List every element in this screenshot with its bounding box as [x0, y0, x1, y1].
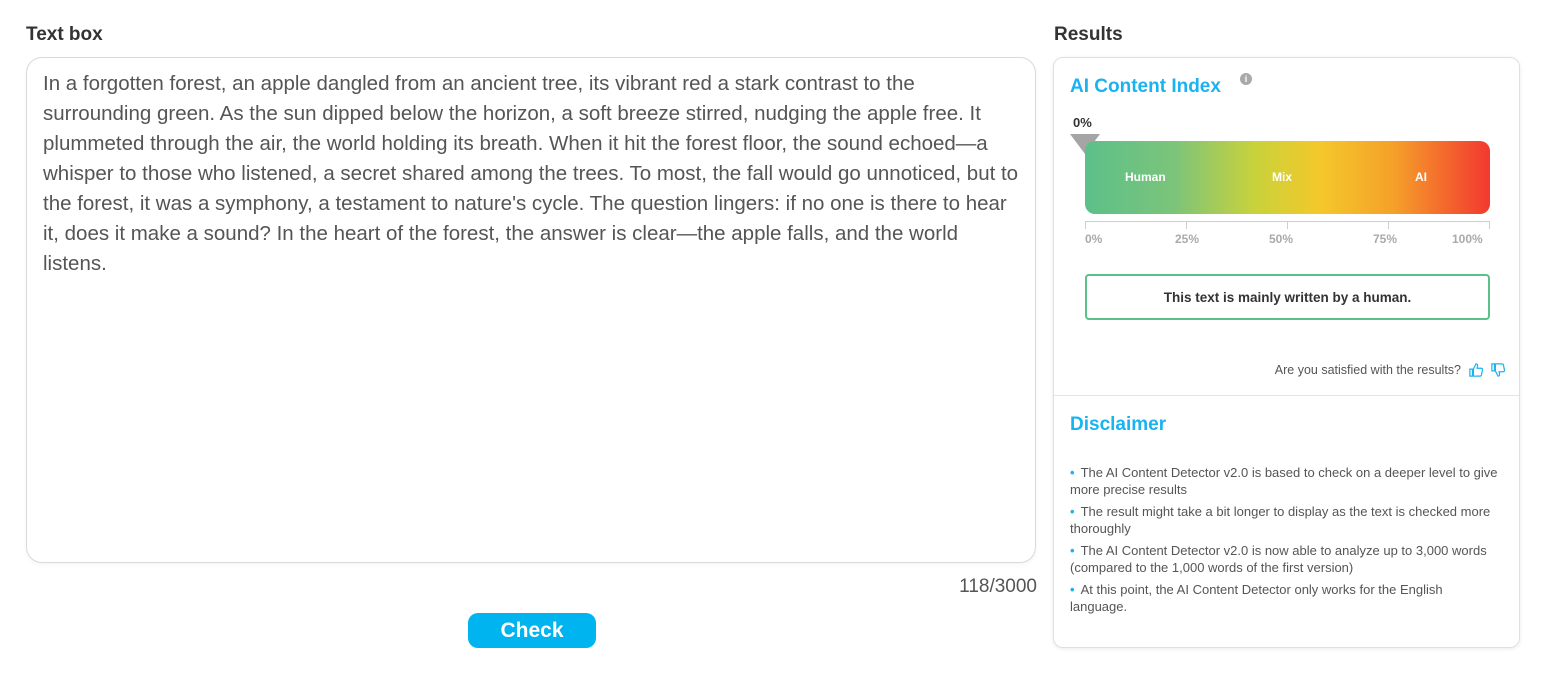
- bullet-icon: •: [1070, 543, 1075, 558]
- results-panel: AI Content Index i 0% Human Mix AI 0% 25…: [1053, 57, 1520, 648]
- tick-label-100: 100%: [1452, 232, 1483, 246]
- disclaimer-item-text: At this point, the AI Content Detector o…: [1070, 582, 1443, 614]
- gauge-label-ai: AI: [1415, 170, 1427, 184]
- axis-tick: [1287, 222, 1288, 229]
- ai-gauge-bar: Human Mix AI: [1085, 141, 1490, 214]
- bullet-icon: •: [1070, 465, 1075, 480]
- tick-label-0: 0%: [1085, 232, 1103, 246]
- axis-tick: [1186, 222, 1187, 229]
- feedback-row: Are you satisfied with the results?: [1275, 363, 1505, 377]
- disclaimer-item-text: The AI Content Detector v2.0 is based to…: [1070, 465, 1498, 497]
- gauge-axis: [1085, 221, 1490, 230]
- disclaimer-item-text: The result might take a bit longer to di…: [1070, 504, 1491, 536]
- axis-tick: [1388, 222, 1389, 229]
- text-input-area[interactable]: In a forgotten forest, an apple dangled …: [26, 57, 1036, 563]
- axis-tick: [1085, 222, 1086, 229]
- info-icon[interactable]: i: [1240, 73, 1252, 85]
- ai-percent-label: 0%: [1073, 115, 1092, 130]
- bullet-icon: •: [1070, 582, 1075, 597]
- tick-label-25: 25%: [1175, 232, 1200, 246]
- bullet-icon: •: [1070, 504, 1075, 519]
- thumbs-up-icon[interactable]: [1469, 363, 1483, 377]
- disclaimer-item: • At this point, the AI Content Detector …: [1070, 582, 1500, 615]
- disclaimer-item: • The AI Content Detector v2.0 is now abl…: [1070, 543, 1500, 576]
- disclaimer-list: • The AI Content Detector v2.0 is based t…: [1070, 465, 1500, 621]
- disclaimer-item: • The result might take a bit longer to d…: [1070, 504, 1500, 537]
- disclaimer-item-text: The AI Content Detector v2.0 is now able…: [1070, 543, 1487, 575]
- section-divider: [1054, 395, 1519, 396]
- axis-tick: [1489, 222, 1490, 229]
- results-title: Results: [1054, 24, 1123, 45]
- thumbs-down-icon[interactable]: [1491, 363, 1505, 377]
- ai-content-index-title: AI Content Index: [1070, 76, 1221, 97]
- gauge-label-human: Human: [1125, 170, 1166, 184]
- verdict-text: This text is mainly written by a human.: [1163, 289, 1412, 305]
- verdict-box: This text is mainly written by a human.: [1085, 274, 1490, 320]
- tick-label-75: 75%: [1373, 232, 1398, 246]
- character-count: 118/3000: [959, 576, 1037, 597]
- disclaimer-title: Disclaimer: [1070, 414, 1167, 435]
- text-input-content[interactable]: In a forgotten forest, an apple dangled …: [43, 69, 1019, 279]
- textbox-title: Text box: [26, 24, 103, 45]
- gauge-label-mix: Mix: [1272, 170, 1293, 184]
- feedback-question: Are you satisfied with the results?: [1274, 363, 1461, 377]
- check-button[interactable]: Check: [468, 613, 596, 648]
- disclaimer-item: • The AI Content Detector v2.0 is based t…: [1070, 465, 1500, 498]
- tick-label-50: 50%: [1269, 232, 1294, 246]
